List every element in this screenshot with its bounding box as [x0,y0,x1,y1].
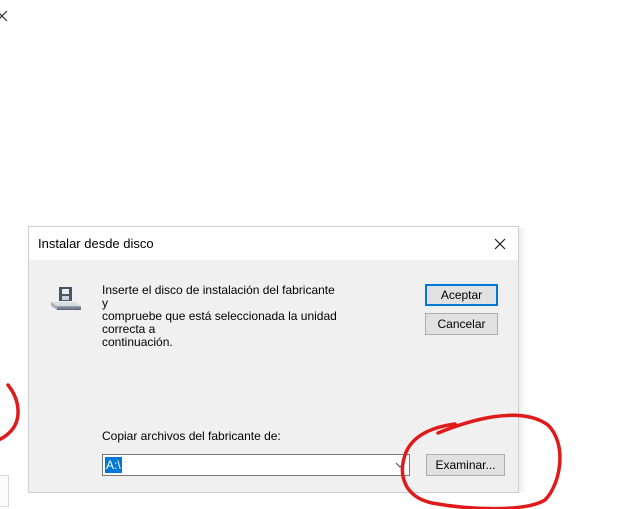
cancel-button[interactable]: Cancelar [425,313,498,335]
browse-button[interactable]: Examinar... [426,454,505,476]
path-input-value[interactable]: A:\ [105,457,122,473]
red-arc-left [0,383,20,442]
dialog-shadow [518,228,527,492]
accept-button[interactable]: Aceptar [425,284,498,306]
floppy-disk-icon [51,287,81,310]
title-bar[interactable]: Instalar desde disco [29,227,518,260]
background-window-edge [0,475,9,507]
instructions-text: Inserte el disco de instalación del fabr… [102,283,337,349]
close-icon[interactable] [488,232,512,256]
dialog-body: Inserte el disco de instalación del fabr… [29,260,518,492]
chevron-down-icon[interactable] [395,461,405,469]
path-combobox[interactable]: A:\ [102,454,410,476]
background-close-icon[interactable] [0,10,8,22]
copy-from-label: Copiar archivos del fabricante de: [102,429,281,443]
dialog-title: Instalar desde disco [38,236,154,251]
install-from-disk-dialog: Instalar desde disco Inserte el disco de… [29,227,518,492]
